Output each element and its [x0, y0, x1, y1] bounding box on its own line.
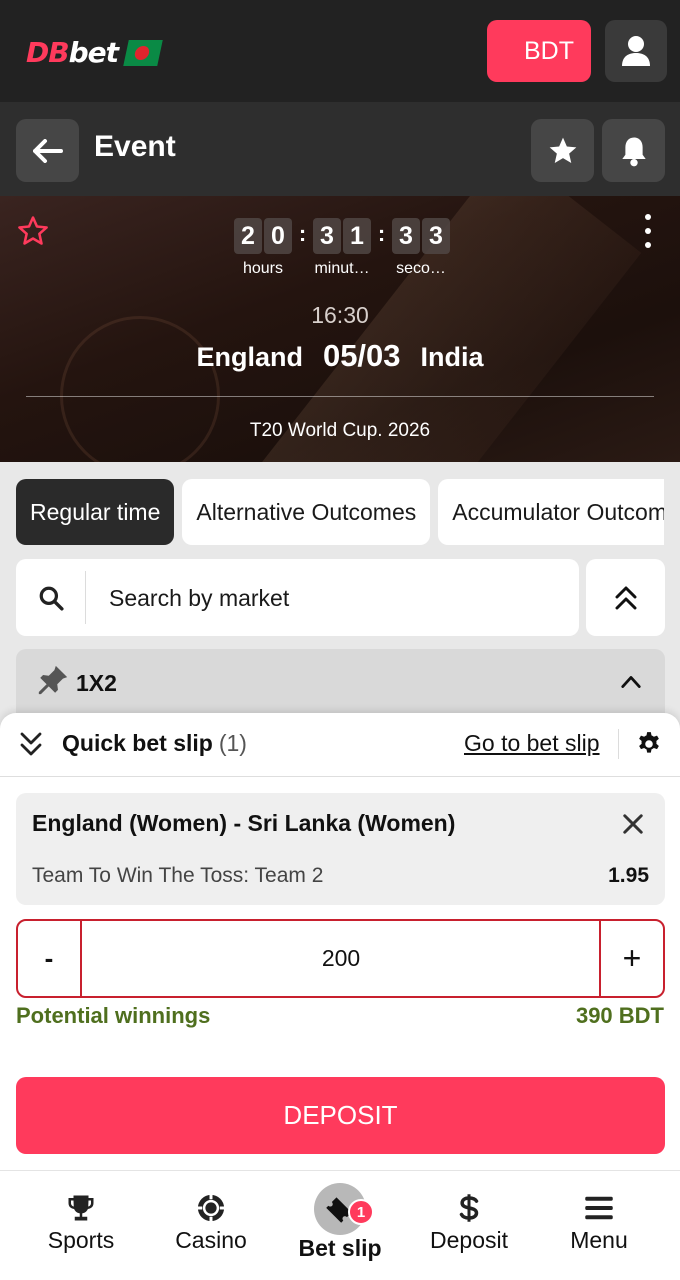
stake-increase-button[interactable]: +	[599, 921, 663, 996]
tab-regular-time[interactable]: Regular time	[16, 479, 175, 545]
logo[interactable]: DBbet	[26, 36, 163, 69]
stake-input[interactable]: 200	[82, 921, 600, 996]
collapse-all-button[interactable]	[586, 559, 665, 636]
dollar-icon	[459, 1194, 479, 1222]
bell-icon	[621, 136, 646, 166]
casino-chip-icon	[197, 1194, 225, 1222]
gear-icon[interactable]	[636, 731, 662, 757]
user-icon	[622, 36, 650, 66]
nav-deposit-label: Deposit	[430, 1227, 508, 1253]
minutes-digit: 3	[313, 218, 341, 254]
star-icon	[549, 137, 576, 163]
hours-label: hours	[242, 260, 284, 277]
market-title: 1X2	[76, 670, 117, 696]
bet-card: England (Women) - Sri Lanka (Women) Team…	[16, 793, 665, 905]
back-button[interactable]	[16, 119, 79, 182]
search-input[interactable]	[109, 581, 549, 615]
bangladesh-flag-icon	[123, 39, 163, 66]
nav-sports-label: Sports	[47, 1227, 115, 1253]
market-tabs: Regular time Alternative Outcomes Accumu…	[16, 479, 664, 545]
double-chevron-up-icon	[615, 586, 636, 609]
logo-text: DBbet	[26, 36, 119, 69]
double-chevron-down-icon[interactable]	[18, 731, 44, 757]
bottom-navigation: Sports Casino 1 Bet slip Deposit Menu	[0, 1170, 680, 1280]
search-separator	[85, 571, 86, 624]
close-icon[interactable]	[622, 813, 644, 835]
tournament-name[interactable]: T20 World Cup. 2026	[0, 420, 680, 442]
timer-separator: :	[377, 221, 386, 246]
match-time: 16:30	[311, 302, 369, 328]
user-button[interactable]	[605, 20, 667, 82]
countdown-minutes: 3 1 minut…	[311, 218, 373, 278]
nav-menu-label: Menu	[570, 1227, 628, 1253]
quick-bet-slip-header: Quick bet slip (1) Go to bet slip	[0, 713, 680, 777]
notifications-button[interactable]	[602, 119, 665, 182]
page-title: Event	[94, 130, 176, 163]
logo-primary: DB	[26, 36, 70, 69]
nav-sports[interactable]: Sports	[16, 1171, 146, 1280]
bet-market-outcome: Team To Win The Toss: Team 2	[32, 864, 324, 887]
quick-bet-slip-count: (1)	[218, 730, 247, 756]
countdown-hours: 2 0 hours	[232, 218, 294, 278]
deposit-button[interactable]: DEPOSIT	[16, 1077, 665, 1154]
timer-separator: :	[298, 221, 307, 246]
star-outline-icon[interactable]	[16, 214, 50, 248]
nav-casino-label: Casino	[175, 1227, 247, 1253]
nav-deposit[interactable]: Deposit	[404, 1171, 534, 1280]
pin-icon[interactable]	[36, 663, 70, 697]
countdown-seconds: 3 3 seco…	[390, 218, 452, 278]
home-team: England	[196, 342, 303, 372]
match-date: 05/03	[322, 338, 401, 373]
trophy-icon	[68, 1195, 94, 1221]
go-to-bet-slip-link[interactable]: Go to bet slip	[464, 730, 600, 757]
minutes-digit: 1	[343, 218, 371, 254]
nav-bet-slip-label: Bet slip	[298, 1235, 382, 1261]
stake-stepper: - 200 +	[16, 919, 665, 998]
quick-bet-slip-title: Quick bet slip (1)	[62, 730, 247, 757]
arrow-left-icon	[32, 138, 63, 163]
tab-accumulator-outcomes[interactable]: Accumulator Outcomes	[438, 479, 664, 545]
away-team: India	[420, 342, 484, 372]
logo-secondary: bet	[68, 36, 119, 69]
event-header: Event	[0, 102, 680, 196]
nav-bet-slip[interactable]: 1 Bet slip	[275, 1171, 405, 1280]
event-hero: 2 0 hours : 3 1 minut… : 3 3 seco… 16:30…	[0, 196, 680, 462]
nav-casino[interactable]: Casino	[146, 1171, 276, 1280]
hours-digit: 2	[234, 218, 262, 254]
countdown-timer: 2 0 hours : 3 1 minut… : 3 3 seco…	[232, 218, 452, 278]
seconds-digit: 3	[422, 218, 450, 254]
seconds-label: seco…	[396, 260, 446, 277]
chevron-up-icon[interactable]	[620, 671, 642, 693]
bet-slip-count-badge: 1	[348, 1199, 374, 1225]
minutes-label: minut…	[314, 260, 370, 277]
search-icon	[39, 586, 64, 611]
hours-digit: 0	[264, 218, 292, 254]
stake-decrease-button[interactable]: -	[18, 921, 82, 996]
top-bar: DBbet BDT	[0, 0, 680, 102]
currency-button[interactable]: BDT	[487, 20, 591, 82]
bet-odds: 1.95	[608, 864, 649, 887]
tab-alternative-outcomes[interactable]: Alternative Outcomes	[182, 479, 431, 545]
market-1x2-header[interactable]: 1X2	[16, 649, 665, 719]
header-separator	[618, 729, 619, 759]
more-vertical-icon[interactable]	[636, 214, 660, 248]
quick-bet-slip-title-text: Quick bet slip	[62, 730, 213, 756]
favorite-button[interactable]	[531, 119, 594, 182]
potential-winnings-value: 390 BDT	[575, 1003, 664, 1028]
bet-event-name: England (Women) - Sri Lanka (Women)	[32, 810, 456, 836]
hamburger-icon	[585, 1196, 613, 1220]
hero-divider	[26, 396, 654, 397]
nav-menu[interactable]: Menu	[534, 1171, 664, 1280]
potential-winnings-label: Potential winnings	[16, 1003, 211, 1028]
quick-bet-slip: Quick bet slip (1) Go to bet slip England…	[0, 713, 680, 1170]
market-search	[16, 559, 579, 636]
seconds-digit: 3	[392, 218, 420, 254]
match-teams: England 05/03 India	[0, 338, 680, 374]
